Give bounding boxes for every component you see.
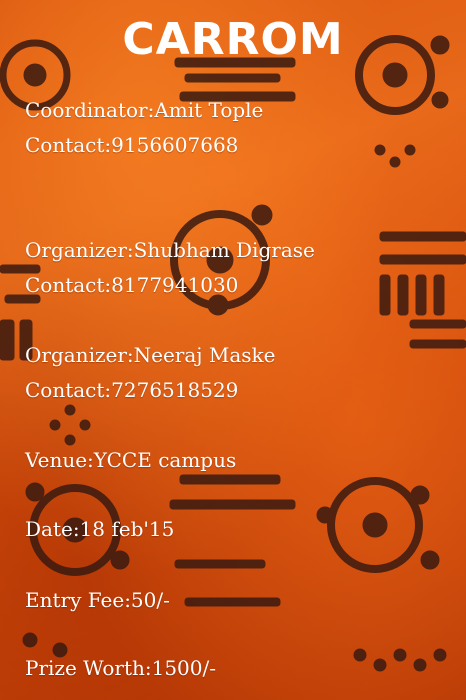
organizer-2-name: Organizer:Neeraj Maske (25, 343, 276, 367)
coordinator-name: Coordinator:Amit Tople (25, 98, 264, 122)
prize-worth: Prize Worth:1500/- (25, 656, 216, 680)
venue: Venue:YCCE campus (25, 448, 237, 472)
entry-fee: Entry Fee:50/- (25, 588, 170, 612)
organizer-2-contact: Contact:7276518529 (25, 378, 239, 402)
organizer-1-contact: Contact:8177941030 (25, 273, 239, 297)
poster-title: CARROM (122, 14, 344, 65)
organizer-1-name: Organizer:Shubham Digrase (25, 238, 315, 262)
event-poster: CARROM Coordinator:Amit Tople Contact:91… (0, 0, 466, 700)
date: Date:18 feb'15 (25, 517, 175, 541)
coordinator-contact: Contact:9156607668 (25, 133, 239, 157)
